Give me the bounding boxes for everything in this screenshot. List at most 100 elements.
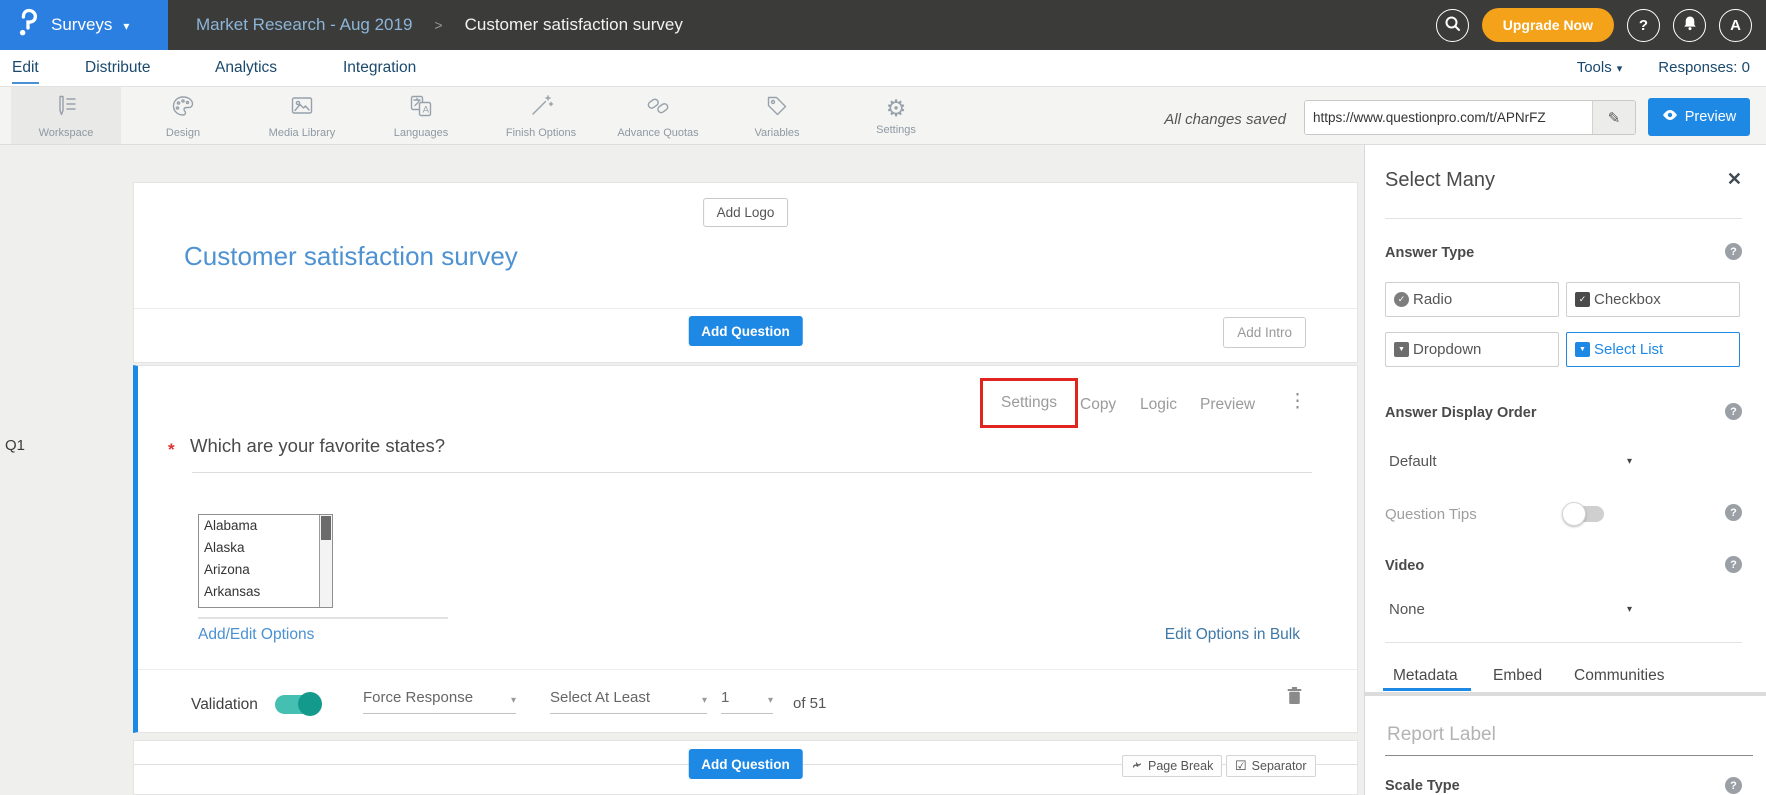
list-item[interactable]: Arizona (199, 559, 332, 581)
tab-embed[interactable]: Embed (1493, 667, 1542, 685)
list-item[interactable]: Arkansas (199, 581, 332, 603)
toolbar-design[interactable]: Design (128, 87, 238, 144)
report-label-input[interactable] (1385, 723, 1749, 747)
tab-analytics[interactable]: Analytics (215, 59, 277, 77)
answer-display-order-select[interactable]: Default (1389, 453, 1437, 470)
breadcrumb-folder[interactable]: Market Research - Aug 2019 (196, 15, 412, 35)
validation-count-dropdown[interactable]: 1 ▾ (721, 689, 773, 714)
chevron-down-icon: ▾ (768, 695, 773, 706)
question-number: Q1 (5, 437, 25, 454)
add-question-button-bottom[interactable]: Add Question (688, 749, 803, 779)
pencil-icon: ✎ (1608, 109, 1621, 127)
survey-header-card: Add Logo Customer satisfaction survey Ad… (133, 182, 1358, 363)
scale-type-label: Scale Type (1385, 778, 1460, 794)
add-logo-button[interactable]: Add Logo (703, 198, 789, 227)
save-status: All changes saved (1164, 111, 1286, 128)
responses-count[interactable]: Responses: 0 (1658, 59, 1750, 76)
question-settings-action[interactable]: Settings (1001, 394, 1057, 412)
question-logic-action[interactable]: Logic (1140, 396, 1177, 414)
tab-track (1365, 692, 1766, 696)
chevron-down-icon[interactable]: ▾ (1627, 456, 1632, 467)
close-icon[interactable]: ✕ (1727, 169, 1742, 190)
avatar[interactable]: A (1719, 9, 1752, 42)
question-text-underline (192, 472, 1312, 473)
question-tips-toggle[interactable] (1564, 506, 1604, 522)
notifications-button[interactable] (1673, 9, 1706, 42)
answer-type-checkbox[interactable]: ✓ Checkbox (1566, 282, 1740, 317)
toolbar-advance-quotas[interactable]: Advance Quotas (603, 87, 713, 144)
validation-toggle[interactable] (275, 695, 321, 714)
nav-right: Tools▾ Responses: 0 (1577, 59, 1750, 76)
toolbar-finish-options[interactable]: Finish Options (486, 87, 596, 144)
kebab-menu-icon[interactable]: ⋮ (1288, 390, 1307, 413)
edit-url-button[interactable]: ✎ (1592, 101, 1635, 134)
delete-question-button[interactable] (1286, 686, 1303, 710)
answer-type-radio[interactable]: ✓ Radio (1385, 282, 1559, 317)
breadcrumb-survey-name: Customer satisfaction survey (465, 15, 683, 35)
chevron-down-icon[interactable]: ▾ (1627, 604, 1632, 615)
survey-title[interactable]: Customer satisfaction survey (184, 241, 518, 272)
question-copy-action[interactable]: Copy (1080, 396, 1116, 414)
divider (134, 308, 1357, 309)
chevron-down-icon: ▾ (511, 695, 516, 706)
help-icon[interactable]: ? (1725, 243, 1742, 260)
upgrade-now-button[interactable]: Upgrade Now (1482, 8, 1614, 42)
help-icon[interactable]: ? (1725, 504, 1742, 521)
toolbar-settings[interactable]: ⚙ Settings (841, 87, 951, 144)
share-url-input[interactable] (1305, 101, 1592, 134)
validation-rule-dropdown[interactable]: Force Response ▾ (363, 689, 516, 714)
toggle-knob (298, 692, 322, 716)
tools-menu[interactable]: Tools▾ (1577, 59, 1623, 76)
tab-integration[interactable]: Integration (343, 59, 416, 77)
answer-type-select-list[interactable]: ▼ Select List (1566, 332, 1740, 367)
question-card: Settings Copy Logic Preview ⋮ * Which ar… (133, 365, 1358, 733)
help-icon[interactable]: ? (1725, 777, 1742, 794)
add-edit-options-link[interactable]: Add/Edit Options (198, 626, 314, 644)
validation-condition-dropdown[interactable]: Select At Least ▾ (550, 689, 707, 714)
breadcrumb-separator: > (434, 17, 442, 33)
add-question-strip: Add Question Page Break ☑ Separator (133, 740, 1358, 795)
toolbar-workspace[interactable]: Workspace (11, 87, 121, 144)
video-select[interactable]: None (1389, 601, 1425, 618)
magic-wand-icon (528, 93, 554, 124)
separator-button[interactable]: ☑ Separator (1226, 755, 1316, 777)
surveys-menu[interactable]: Surveys ▾ (0, 0, 168, 50)
help-icon[interactable]: ? (1725, 556, 1742, 573)
share-url-box: ✎ (1304, 100, 1636, 135)
answer-type-dropdown[interactable]: ▼ Dropdown (1385, 332, 1559, 367)
toolbar-variables[interactable]: Variables (722, 87, 832, 144)
question-text[interactable]: Which are your favorite states? (190, 435, 445, 457)
toolbar-media-library[interactable]: Media Library (247, 87, 357, 144)
add-question-button-top[interactable]: Add Question (688, 316, 803, 346)
chevron-down-icon: ▾ (123, 19, 129, 33)
question-settings-sidebar: Select Many ✕ Answer Type ? ✓ Radio ✓ Ch… (1364, 145, 1766, 795)
listbox-underline (198, 617, 448, 619)
list-item[interactable]: Alaska (199, 537, 332, 559)
list-item[interactable]: Alabama (199, 515, 332, 537)
preview-button[interactable]: Preview (1648, 98, 1750, 136)
listbox-scrollbar[interactable] (319, 515, 332, 607)
checkbox-check-icon: ✓ (1575, 292, 1590, 307)
search-button[interactable] (1436, 9, 1469, 42)
tab-edit[interactable]: Edit (12, 59, 39, 84)
help-button[interactable]: ? (1627, 9, 1660, 42)
tab-metadata[interactable]: Metadata (1393, 667, 1458, 685)
sidebar-title: Select Many (1385, 169, 1495, 192)
scrollbar-thumb[interactable] (321, 516, 331, 540)
toolbar-languages[interactable]: A Languages (366, 87, 476, 144)
tab-communities[interactable]: Communities (1574, 667, 1664, 685)
active-tab-underline (1383, 688, 1471, 691)
validation-label: Validation (191, 696, 258, 714)
edit-options-in-bulk-link[interactable]: Edit Options in Bulk (1165, 626, 1300, 644)
tab-distribute[interactable]: Distribute (85, 59, 150, 77)
add-intro-button[interactable]: Add Intro (1223, 317, 1306, 348)
page-break-button[interactable]: Page Break (1122, 755, 1222, 777)
help-icon[interactable]: ? (1725, 403, 1742, 420)
breadcrumb: Market Research - Aug 2019 > Customer sa… (196, 0, 683, 50)
answer-select-list[interactable]: Alabama Alaska Arizona Arkansas (198, 514, 333, 608)
radio-check-icon: ✓ (1394, 292, 1409, 307)
palette-icon (170, 93, 196, 124)
question-preview-action[interactable]: Preview (1200, 396, 1255, 414)
questionpro-logo-icon (16, 8, 40, 42)
validation-of-total: of 51 (793, 695, 826, 712)
